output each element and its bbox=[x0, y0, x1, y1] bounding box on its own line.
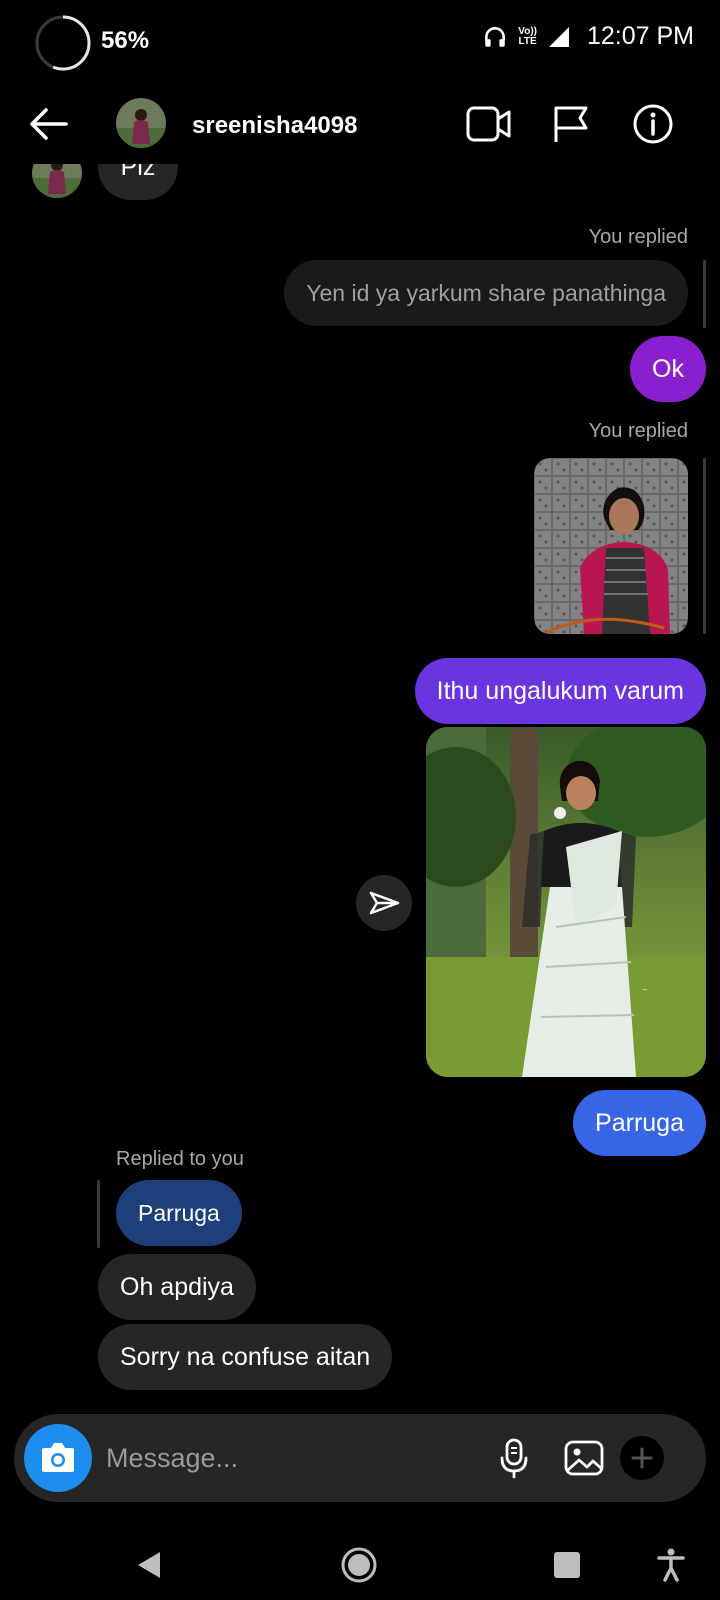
sent-photo[interactable]: ~ bbox=[426, 727, 706, 1077]
received-message[interactable]: Sorry na confuse aitan bbox=[98, 1324, 393, 1390]
username[interactable]: sreenisha4098 bbox=[192, 112, 357, 140]
sender-avatar[interactable] bbox=[32, 164, 82, 198]
back-arrow-icon[interactable] bbox=[26, 104, 72, 144]
accessibility-icon[interactable] bbox=[656, 1548, 686, 1582]
nav-recents-icon[interactable] bbox=[552, 1550, 582, 1580]
reply-indicator-line bbox=[703, 260, 706, 328]
info-icon[interactable] bbox=[630, 102, 676, 146]
sent-message[interactable]: Ithu ungalukum varum bbox=[414, 658, 706, 724]
camera-button[interactable] bbox=[24, 1424, 92, 1492]
signal-icon bbox=[548, 26, 569, 47]
plus-icon bbox=[631, 1447, 653, 1469]
svg-text:~: ~ bbox=[642, 986, 648, 994]
system-nav-bar bbox=[0, 1520, 720, 1600]
video-call-icon[interactable] bbox=[466, 102, 512, 146]
reply-label: Replied to you bbox=[116, 1148, 244, 1170]
message-list[interactable]: Plz You replied Yen id ya yarkum share p… bbox=[0, 164, 720, 1414]
sent-message[interactable]: Ok bbox=[630, 336, 706, 402]
reply-indicator-line bbox=[97, 1180, 100, 1248]
share-button[interactable] bbox=[356, 875, 412, 931]
quoted-message[interactable]: Yen id ya yarkum share panathinga bbox=[284, 260, 688, 326]
status-bar: 56% Vo)) LTE 12:07 PM bbox=[0, 0, 720, 84]
camera-icon bbox=[42, 1443, 74, 1472]
quoted-photo[interactable] bbox=[534, 458, 688, 634]
nav-home-icon[interactable] bbox=[340, 1546, 378, 1584]
nav-back-icon[interactable] bbox=[134, 1550, 164, 1580]
battery-percent: 56% bbox=[101, 27, 150, 54]
received-message[interactable]: Plz bbox=[98, 164, 178, 200]
message-composer bbox=[14, 1414, 706, 1502]
reply-label: You replied bbox=[588, 226, 688, 248]
headset-icon bbox=[485, 26, 506, 47]
avatar[interactable] bbox=[116, 98, 166, 148]
more-button[interactable] bbox=[620, 1436, 664, 1480]
reply-label: You replied bbox=[588, 420, 688, 442]
gallery-icon[interactable] bbox=[562, 1436, 606, 1480]
flag-icon[interactable] bbox=[548, 102, 594, 146]
chat-header: sreenisha4098 bbox=[0, 88, 720, 164]
battery-ring-icon bbox=[35, 15, 91, 71]
quoted-message[interactable]: Parruga bbox=[116, 1180, 242, 1246]
received-message[interactable]: Oh apdiya bbox=[98, 1254, 256, 1320]
send-icon bbox=[369, 891, 400, 915]
reply-indicator-line bbox=[703, 458, 706, 634]
volte-icon: Vo)) LTE bbox=[518, 25, 537, 47]
sent-message[interactable]: Parruga bbox=[573, 1090, 706, 1156]
clock: 12:07 PM bbox=[586, 22, 694, 50]
message-input[interactable] bbox=[106, 1436, 466, 1480]
microphone-icon[interactable] bbox=[492, 1436, 536, 1480]
